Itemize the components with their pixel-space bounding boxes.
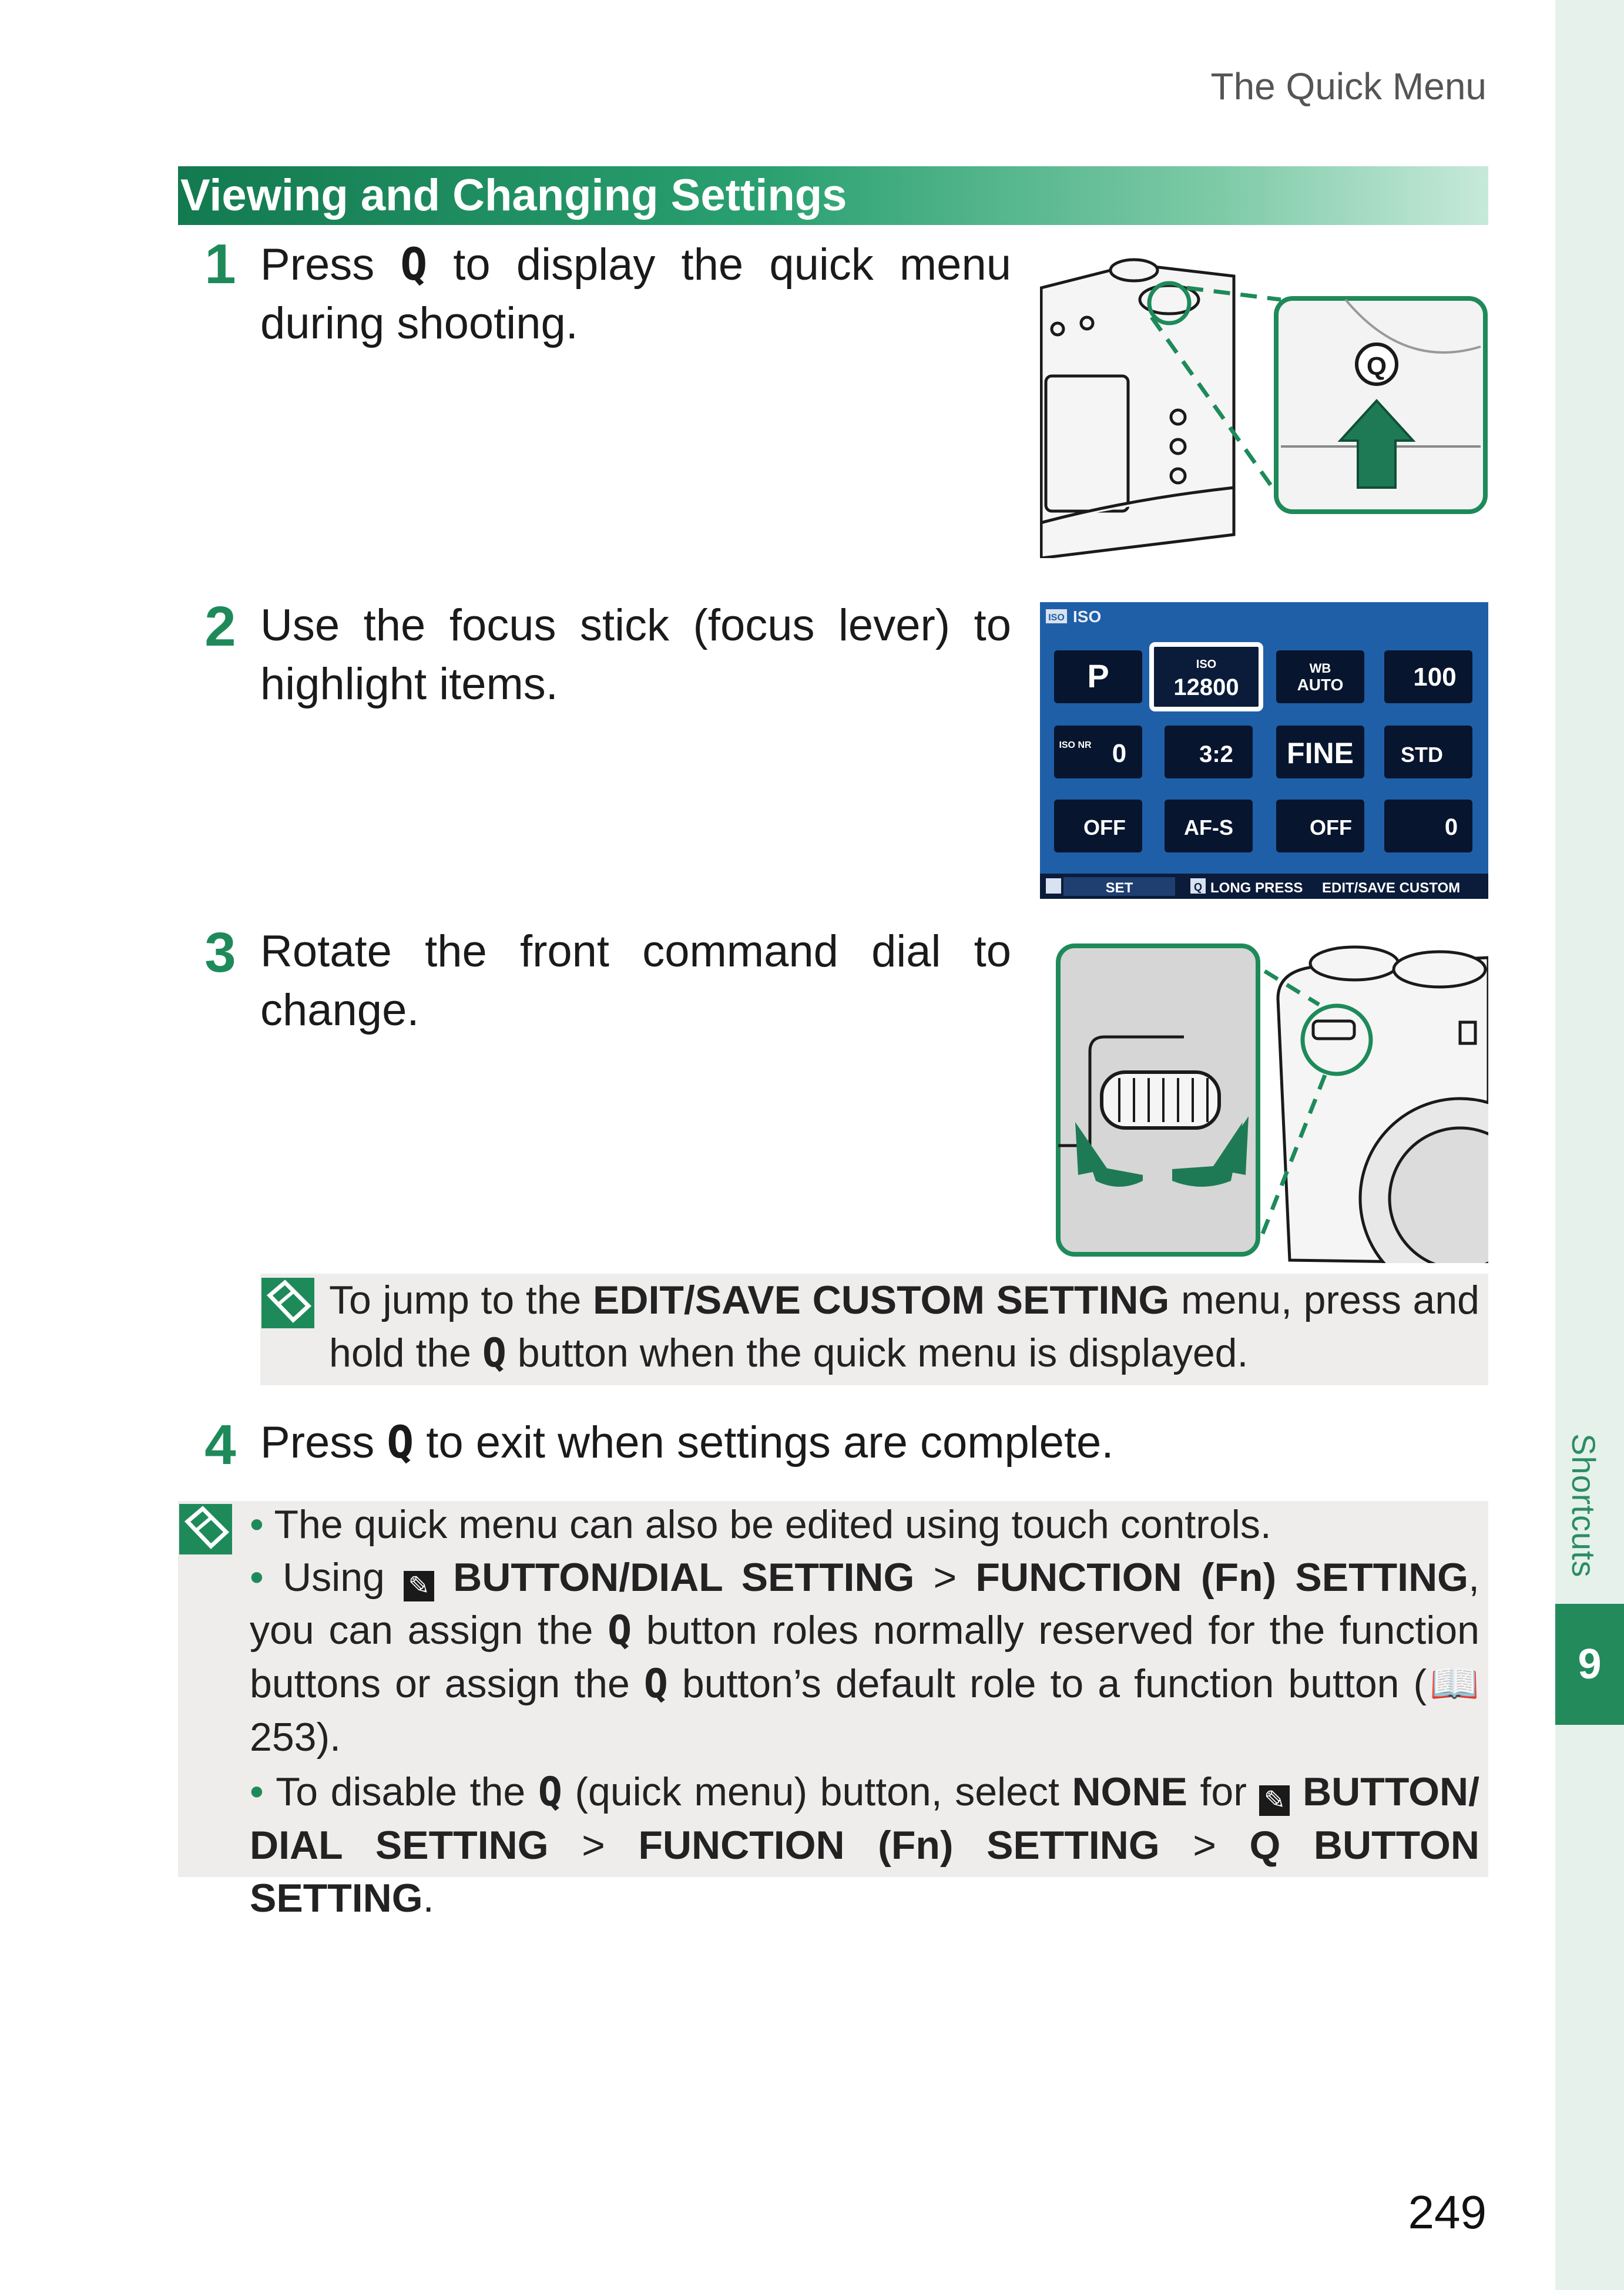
tip-text: To jump to the EDIT/SAVE CUSTOM SETTING … <box>329 1278 1479 1376</box>
qm-tile-quality: FINE <box>1287 737 1354 770</box>
qm-tile-timer: OFF <box>1083 815 1126 840</box>
qm-tile-wb: AUTO <box>1297 676 1344 694</box>
qm-long-press-label: LONG PRESS <box>1210 880 1303 896</box>
step-text: Rotate the front command dial to change. <box>260 926 1011 1035</box>
book-icon: 📖 <box>1427 1661 1480 1706</box>
svg-text:Q: Q <box>1194 881 1202 893</box>
qm-tile-face: OFF <box>1310 815 1352 840</box>
step-number: 2 <box>204 595 236 658</box>
note-item: • To disable the Q (quick menu) button, … <box>250 1769 1480 1920</box>
svg-text:ISO NR: ISO NR <box>1059 740 1092 750</box>
chapter-sidebar <box>1555 0 1624 2290</box>
running-header: The Quick Menu <box>1210 65 1487 108</box>
qm-tile-af: AF-S <box>1184 815 1233 840</box>
wrench-icon: ✎ <box>1259 1785 1290 1816</box>
front-command-dial-illustration <box>1055 934 1488 1263</box>
qm-tile-brightness: 0 <box>1445 814 1458 840</box>
step-number: 3 <box>204 921 236 984</box>
q-button-glyph: Q <box>643 1661 668 1707</box>
qm-set-label: SET <box>1106 880 1133 896</box>
page-number: 249 <box>1408 2186 1487 2238</box>
svg-text:ISO: ISO <box>1196 658 1216 671</box>
bullet-icon: • <box>250 1769 264 1814</box>
qm-tile-iso: 12800 <box>1173 674 1239 700</box>
step-text: Press Q to exit when settings are comple… <box>260 1416 1114 1468</box>
page-reference[interactable]: 253 <box>250 1715 316 1760</box>
qm-tile-mode: P <box>1087 657 1109 694</box>
chapter-tab: 9 <box>1555 1604 1624 1725</box>
step-text: Press Q to display the quick menu during… <box>260 238 1011 348</box>
qm-tile-dr: 100 <box>1413 663 1456 691</box>
camera-q-label: Q <box>1367 352 1387 381</box>
chapter-label: Shortcuts <box>1565 1433 1602 1578</box>
q-button-glyph: Q <box>608 1607 632 1654</box>
svg-text:WB: WB <box>1310 661 1331 676</box>
step-text: Use the focus stick (focus lever) to hig… <box>260 600 1011 709</box>
q-button-glyph: Q <box>538 1769 562 1815</box>
bullet-icon: • <box>250 1555 264 1600</box>
qm-tile-size: 3:2 <box>1199 741 1233 767</box>
qm-edit-save-label: EDIT/SAVE CUSTOM <box>1322 880 1460 896</box>
q-button-glyph: Q <box>400 238 428 290</box>
q-button-glyph: Q <box>387 1416 414 1468</box>
note-icon <box>261 1278 314 1328</box>
q-button-glyph: Q <box>482 1330 506 1376</box>
note-item: • Using ✎ BUTTON/DIAL SETTING > FUNCTION… <box>250 1555 1480 1760</box>
step-number: 1 <box>204 233 236 296</box>
svg-text:ISO: ISO <box>1048 613 1065 623</box>
quick-menu-screen: ISO ISO P ISO 12800 WB AUTO 100 ISO NR 0… <box>1040 602 1488 899</box>
note-icon <box>179 1504 232 1554</box>
wrench-icon: ✎ <box>404 1571 434 1601</box>
camera-q-button-illustration: Q <box>1040 253 1488 558</box>
section-heading: Viewing and Changing Settings <box>178 166 1488 225</box>
bullet-icon: • <box>250 1502 264 1547</box>
step-number: 4 <box>204 1413 236 1476</box>
note-item: • The quick menu can also be edited usin… <box>250 1502 1271 1547</box>
qm-tile-nr: 0 <box>1112 739 1126 768</box>
qm-top-label: ISO <box>1073 607 1101 626</box>
qm-tile-film: STD <box>1401 743 1443 767</box>
